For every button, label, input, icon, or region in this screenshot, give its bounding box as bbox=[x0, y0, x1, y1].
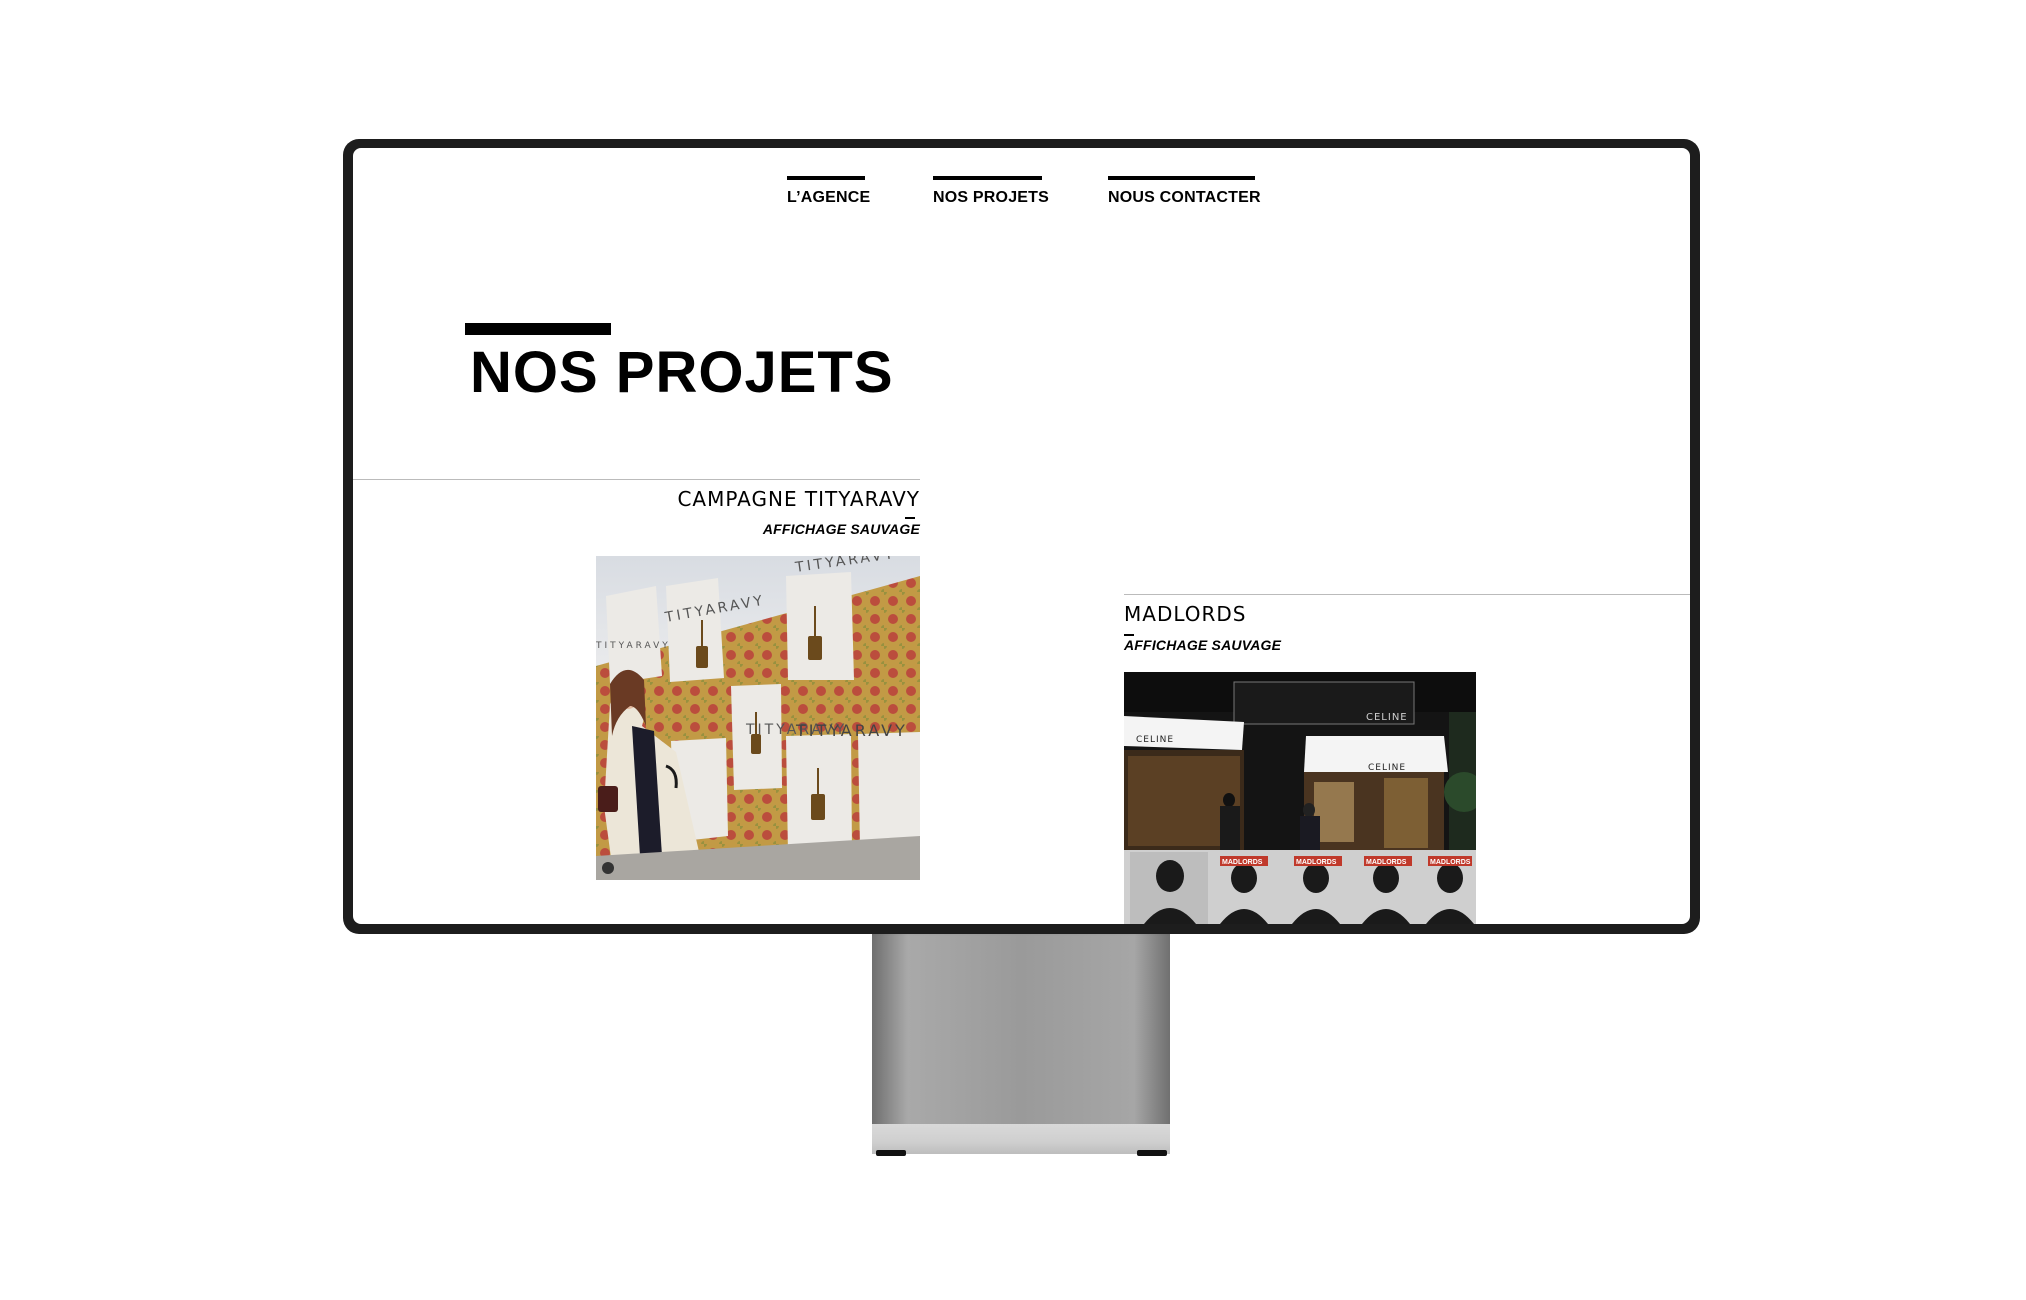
poster-text: TITYARAVY bbox=[795, 721, 908, 740]
project-image-tityaravy[interactable]: TITYARAVY TITYARAVY TITYARAVY TITYARAVY … bbox=[596, 556, 920, 880]
store-sign: CELINE bbox=[1366, 712, 1408, 723]
project-image-madlords[interactable]: CELINE CELINE CELINE MADLORDS MADLORDS M… bbox=[1124, 672, 1476, 924]
nav-link-contact[interactable]: NOUS CONTACTER bbox=[1108, 176, 1261, 207]
store-sign: CELINE bbox=[1368, 763, 1406, 773]
project-title-madlords[interactable]: MADLORDS bbox=[1124, 602, 1247, 626]
page-title: NOS PROJETS bbox=[470, 340, 894, 405]
poster-text: TITYARAVY bbox=[596, 641, 671, 651]
project-title-tityaravy[interactable]: CAMPAGNE TITYARAVY bbox=[677, 487, 920, 511]
stand-foot-left bbox=[876, 1150, 906, 1156]
website-screen: L’AGENCE NOS PROJETS NOUS CONTACTER NOS … bbox=[353, 148, 1690, 924]
poster-text: MADLORDS bbox=[1222, 859, 1263, 866]
poster-text: MADLORDS bbox=[1296, 859, 1337, 866]
project-divider-right bbox=[1124, 594, 1690, 595]
poster-text: MADLORDS bbox=[1430, 859, 1471, 866]
nav-link-projets[interactable]: NOS PROJETS bbox=[933, 176, 1049, 207]
store-sign: CELINE bbox=[1136, 735, 1174, 745]
project-dash bbox=[905, 517, 915, 519]
monitor-stand bbox=[872, 918, 1170, 1154]
project-category: AFFICHAGE SAUVAGE bbox=[762, 521, 920, 537]
project-category: AFFICHAGE SAUVAGE bbox=[1124, 637, 1282, 653]
project-dash bbox=[1124, 634, 1134, 636]
stand-foot-right bbox=[1137, 1150, 1167, 1156]
title-accent-bar bbox=[465, 323, 611, 335]
project-divider-left bbox=[353, 479, 920, 480]
nav-link-agence[interactable]: L’AGENCE bbox=[787, 176, 870, 207]
poster-text: MADLORDS bbox=[1366, 859, 1407, 866]
